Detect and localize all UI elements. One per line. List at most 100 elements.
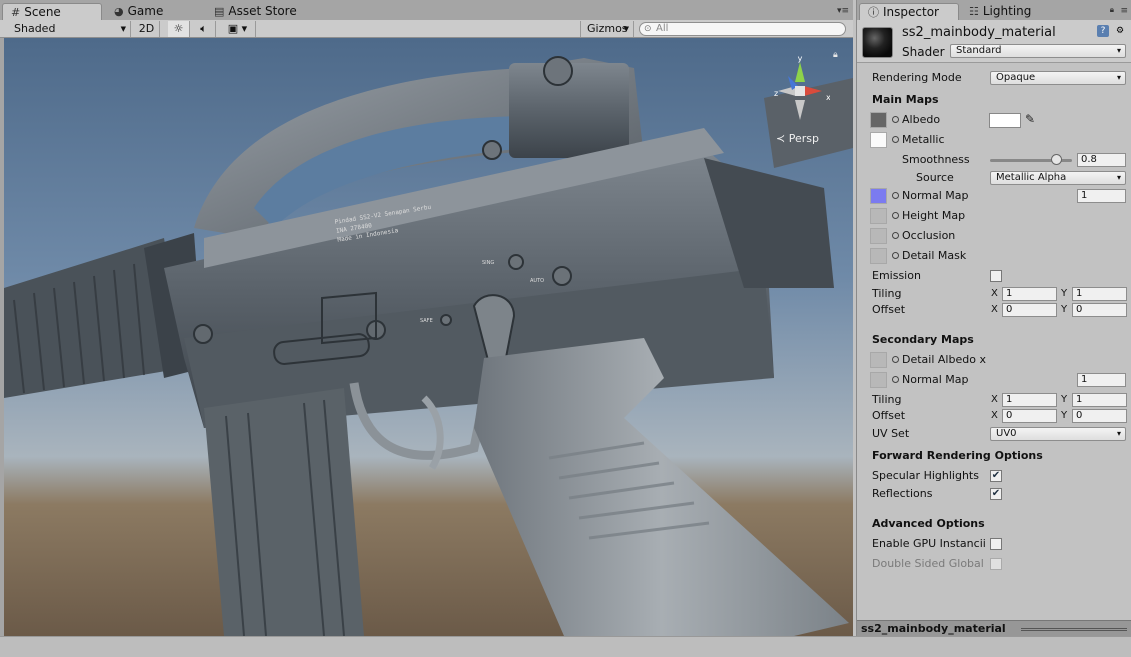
secondary-offset-y-field[interactable]: 0 [1072, 409, 1127, 423]
secondary-offset-label: Offset [872, 409, 906, 422]
offset-row: Offset X 0 Y 0 [857, 302, 1131, 318]
normal-map-scale-value: 1 [1081, 190, 1088, 201]
offset-y-field[interactable]: 0 [1072, 303, 1127, 317]
scene-lighting-toggle[interactable]: ☼ [168, 21, 190, 37]
reflections-checkbox[interactable]: ✔ [990, 488, 1002, 500]
object-picker-icon[interactable] [892, 192, 899, 199]
search-placeholder: All [656, 23, 669, 34]
advanced-options-label: Advanced Options [872, 517, 985, 530]
source-value: Metallic Alpha [996, 172, 1067, 183]
object-picker-icon[interactable] [892, 376, 899, 383]
orientation-gizmo[interactable]: y x z [770, 56, 830, 126]
object-picker-icon[interactable] [892, 116, 899, 123]
object-picker-icon[interactable] [892, 252, 899, 259]
inspector-tabbar: ⓘ Inspector ☷ Lighting 🔒︎ ≡ [857, 0, 1131, 20]
tab-scene-label: Scene [24, 4, 61, 19]
tab-scene[interactable]: # Scene [2, 3, 102, 20]
tiling-y-label: Y [1061, 288, 1068, 299]
tiling-y-field[interactable]: 1 [1072, 287, 1127, 301]
tab-game-label: Game [127, 4, 164, 18]
toggle-2d-button[interactable]: 2D [134, 21, 160, 37]
main-maps-label: Main Maps [872, 93, 939, 106]
drag-handle-icon[interactable] [1021, 628, 1127, 631]
tiling-y-value: 1 [1076, 288, 1083, 299]
eyedropper-icon[interactable]: ✎ [1025, 112, 1035, 126]
draw-mode-dropdown[interactable]: Shaded ▼ [8, 21, 131, 37]
normal-map-texture-slot[interactable] [870, 188, 887, 204]
object-picker-icon[interactable] [892, 356, 899, 363]
emission-checkbox[interactable] [990, 270, 1002, 282]
uv-set-dropdown[interactable]: UV0 ▾ [990, 427, 1126, 441]
detail-mask-texture-slot[interactable] [870, 248, 887, 264]
hash-icon: # [11, 5, 21, 19]
inspector-lock-icon[interactable]: 🔒︎ [1110, 5, 1114, 15]
secondary-offset-x-field[interactable]: 0 [1002, 409, 1057, 423]
tiling-x-field[interactable]: 1 [1002, 287, 1057, 301]
scene-viewport[interactable]: Pindad SS2-V2 Senapan Serbu INA 278400 M… [4, 38, 853, 636]
height-map-texture-slot[interactable] [870, 208, 887, 224]
scene-panel: # Scene ◕ Game ▤ Asset Store ▾≡ Shaded ▼… [0, 0, 853, 636]
gear-icon[interactable]: ⚙ [1114, 25, 1126, 37]
shader-label: Shader [902, 45, 945, 59]
offset-x-field[interactable]: 0 [1002, 303, 1057, 317]
object-picker-icon[interactable] [892, 136, 899, 143]
forward-rendering-label: Forward Rendering Options [872, 449, 1043, 462]
panel-menu-icon[interactable]: ▾≡ [837, 6, 849, 16]
inspector-menu-icon[interactable]: ≡ [1120, 6, 1128, 16]
help-icon[interactable]: ? [1097, 25, 1109, 37]
gpu-instancing-checkbox[interactable] [990, 538, 1002, 550]
object-picker-icon[interactable] [892, 232, 899, 239]
toggle-2d-label: 2D [138, 22, 155, 35]
tab-asset-store[interactable]: ▤ Asset Store [206, 3, 316, 20]
occlusion-texture-slot[interactable] [870, 228, 887, 244]
secondary-normal-scale-field[interactable]: 1 [1077, 373, 1126, 387]
gizmos-dropdown[interactable]: Gizmos ▼ [580, 21, 634, 37]
gizmos-label: Gizmos [587, 22, 628, 35]
normal-map-scale-field[interactable]: 1 [1077, 189, 1126, 203]
tab-game[interactable]: ◕ Game [106, 3, 202, 20]
emission-row: Emission [857, 268, 1131, 284]
gizmo-z-label: z [774, 89, 778, 98]
albedo-color-field[interactable] [989, 113, 1021, 128]
object-picker-icon[interactable] [892, 212, 899, 219]
shader-value: Standard [956, 45, 1002, 56]
mark-auto: AUTO [530, 278, 545, 284]
source-dropdown[interactable]: Metallic Alpha ▾ [990, 171, 1126, 185]
detail-mask-row: Detail Mask [857, 248, 1131, 264]
scene-audio-toggle[interactable]: 🔈︎ [192, 21, 216, 37]
offset-label: Offset [872, 303, 906, 316]
shader-dropdown[interactable]: Standard ▾ [950, 44, 1126, 58]
rendering-mode-label: Rendering Mode [872, 71, 962, 84]
tab-asset-store-label: Asset Store [228, 4, 297, 18]
smoothness-row: Smoothness 0.8 [857, 152, 1131, 168]
projection-label[interactable]: ≺ Persp [776, 132, 819, 145]
advanced-options-header: Advanced Options [857, 516, 1131, 532]
smoothness-value: 0.8 [1081, 154, 1097, 165]
detail-albedo-texture-slot[interactable] [870, 352, 887, 368]
secondary-tiling-x-value: 1 [1006, 394, 1013, 405]
preview-footer[interactable]: ss2_mainbody_material [857, 620, 1131, 636]
rendering-mode-dropdown[interactable]: Opaque ▾ [990, 71, 1126, 85]
lock-icon[interactable]: 🔒︎ [833, 50, 838, 60]
secondary-tiling-y-field[interactable]: 1 [1072, 393, 1127, 407]
mark-single: SING [482, 260, 495, 266]
specular-highlights-label: Specular Highlights [872, 469, 979, 482]
tab-lighting[interactable]: ☷ Lighting [961, 3, 1057, 20]
specular-highlights-checkbox[interactable]: ✔ [990, 470, 1002, 482]
smoothness-field[interactable]: 0.8 [1077, 153, 1126, 167]
reflections-label: Reflections [872, 487, 933, 500]
smoothness-slider-knob[interactable] [1050, 154, 1062, 165]
offset-y-label: Y [1061, 304, 1068, 315]
height-map-row: Height Map [857, 208, 1131, 224]
double-sided-checkbox [990, 558, 1002, 570]
metallic-texture-slot[interactable] [870, 132, 887, 148]
info-icon: ⓘ [868, 5, 879, 19]
secondary-normal-texture-slot[interactable] [870, 372, 887, 388]
albedo-texture-slot[interactable] [870, 112, 887, 128]
secondary-maps-label: Secondary Maps [872, 333, 974, 346]
tab-inspector[interactable]: ⓘ Inspector [859, 3, 959, 20]
secondary-tiling-x-field[interactable]: 1 [1002, 393, 1057, 407]
scene-search-input[interactable]: ⊙ All [639, 22, 846, 36]
tiling-x-value: 1 [1006, 288, 1013, 299]
scene-effects-dropdown[interactable]: ▣ ▾ [220, 21, 256, 37]
